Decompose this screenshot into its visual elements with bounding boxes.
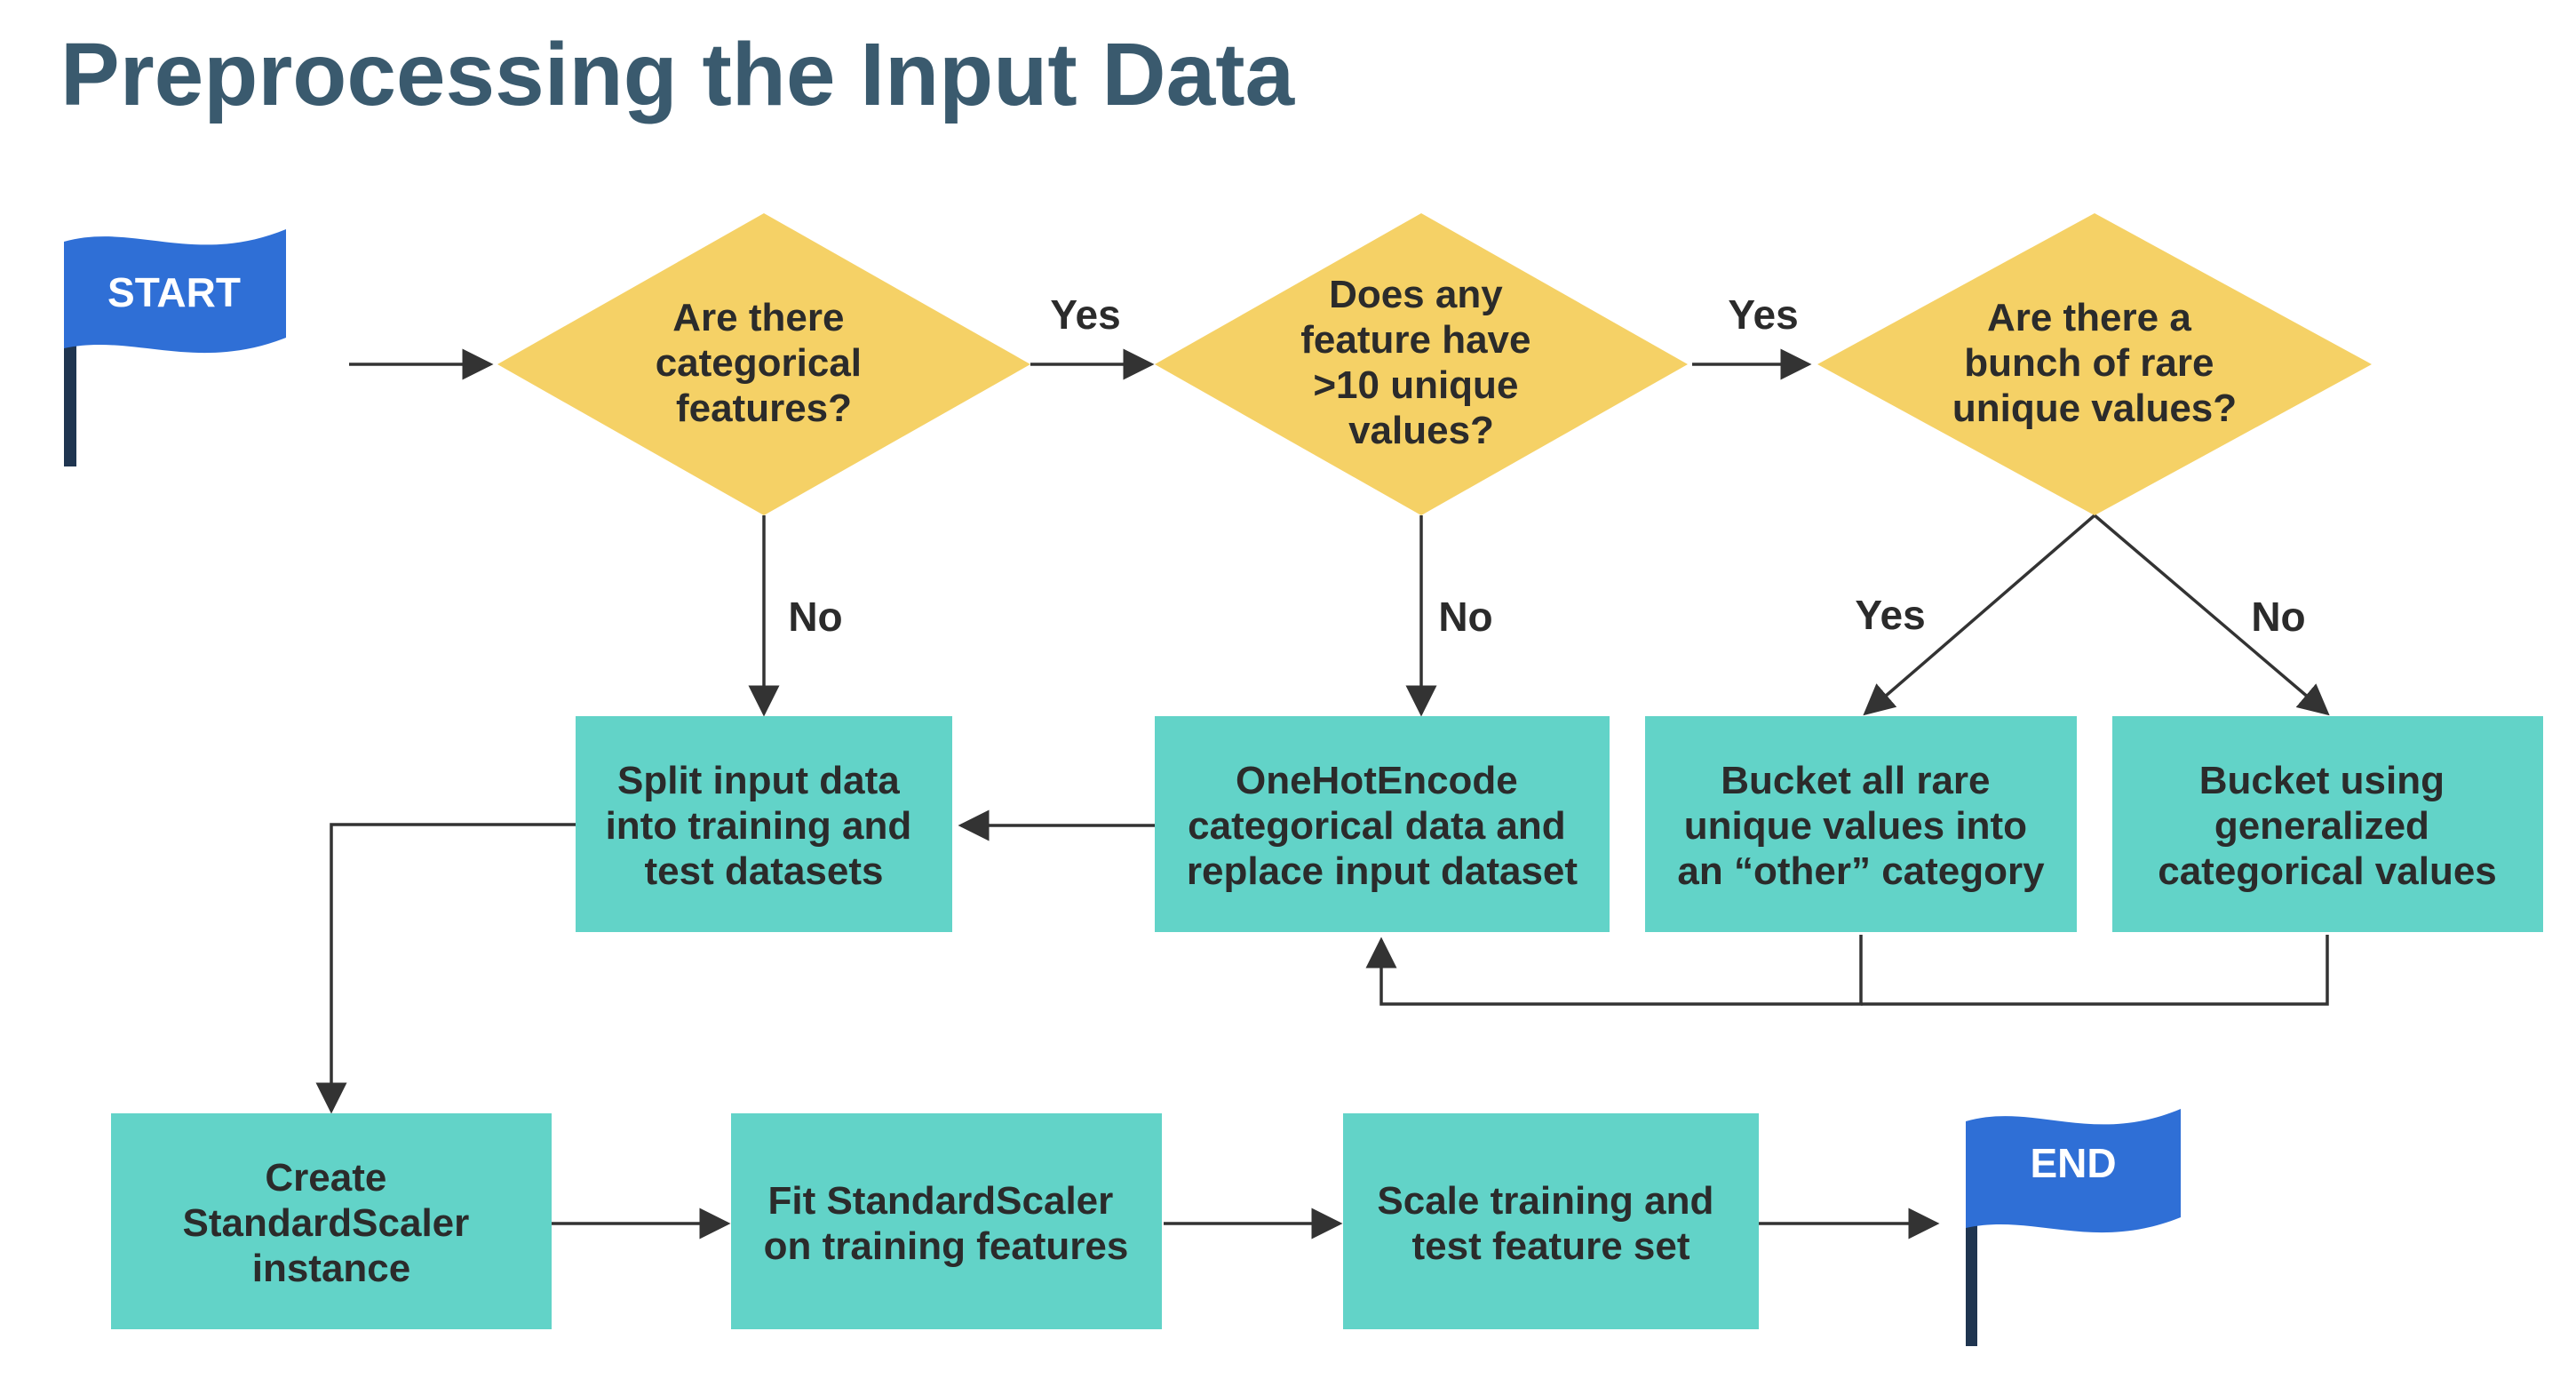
edge-bucket-rare-merge bbox=[1365, 935, 1863, 1006]
decision-rare-values: Are there a bunch of rare unique values? bbox=[1817, 213, 2372, 515]
process-split-data: Split input data into training and test … bbox=[576, 716, 952, 932]
process-bucket-generalized: Bucket using generalized categorical val… bbox=[2112, 716, 2543, 932]
edge-label-categorical-no: No bbox=[788, 594, 842, 640]
decision-rare-values-text: Are there a bunch of rare unique values? bbox=[1952, 296, 2237, 430]
edge-label-unique-yes: Yes bbox=[1728, 291, 1798, 338]
edge-split-to-create bbox=[315, 823, 576, 1114]
end-flag: END bbox=[1966, 1109, 2181, 1346]
process-onehot-encode: OneHotEncode categorical data and replac… bbox=[1155, 716, 1610, 932]
process-fit-scaler: Fit StandardScaler on training features bbox=[731, 1113, 1162, 1329]
decision-categorical: Are there categorical features? bbox=[497, 213, 1030, 515]
flowchart: Preprocessing the Input Data Yes Yes No … bbox=[60, 25, 2543, 1346]
end-label: END bbox=[2030, 1140, 2116, 1186]
process-bucket-rare-text: Bucket all rare unique values into an “o… bbox=[1677, 759, 2045, 893]
edge-label-unique-no: No bbox=[1438, 594, 1492, 640]
start-label: START bbox=[107, 269, 241, 315]
process-create-scaler: Create StandardScaler instance bbox=[111, 1113, 552, 1329]
decision-unique-values: Does any feature have >10 unique values? bbox=[1155, 213, 1688, 515]
process-scale-sets: Scale training and test feature set bbox=[1343, 1113, 1759, 1329]
process-onehot-encode-text: OneHotEncode categorical data and replac… bbox=[1187, 759, 1578, 893]
process-bucket-rare: Bucket all rare unique values into an “o… bbox=[1645, 716, 2077, 932]
edge-label-categorical-yes: Yes bbox=[1050, 291, 1120, 338]
decision-categorical-text: Are there categorical features? bbox=[656, 296, 873, 430]
edge-label-rare-yes: Yes bbox=[1855, 592, 1925, 638]
edge-label-rare-no: No bbox=[2251, 594, 2305, 640]
process-split-data-text: Split input data into training and test … bbox=[606, 759, 923, 893]
page-title: Preprocessing the Input Data bbox=[60, 25, 1296, 124]
edge-bucket-general-merge bbox=[1861, 935, 2329, 1006]
start-flag: START bbox=[64, 229, 286, 466]
